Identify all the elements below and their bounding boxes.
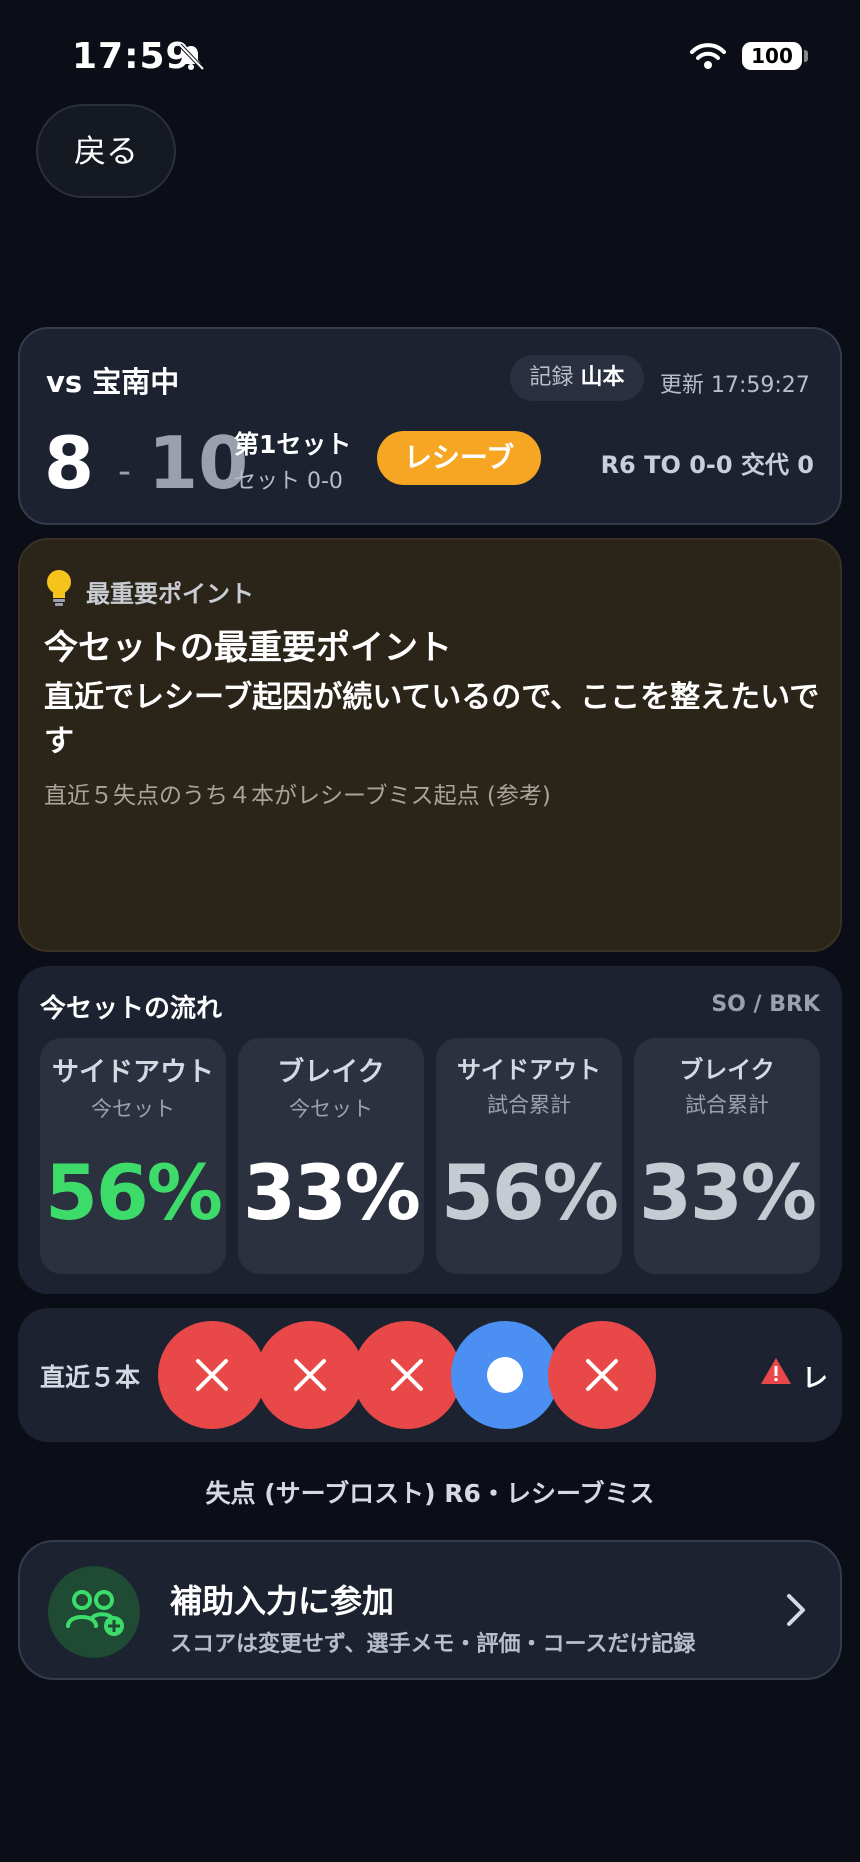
key-point-body: 直近でレシーブ起因が続いているので、ここを整えたいです — [44, 680, 820, 759]
stat-value: 56% — [441, 1148, 619, 1237]
set-label: 第1セット — [234, 430, 352, 459]
recent-rallies-card: 直近５本 レ — [18, 1308, 842, 1442]
home-score: 8 — [44, 421, 95, 505]
chevron-right-icon — [787, 1594, 805, 1626]
assist-subtitle: スコアは変更せず、選手メモ・評価・コースだけ記録 — [170, 1632, 696, 1657]
set-flow-title: 今セットの流れ — [40, 994, 223, 1024]
rally-won-marker — [450, 1321, 559, 1429]
stat-sideout-match: サイドアウト 試合累計 56% — [436, 1038, 622, 1274]
stat-name: ブレイク — [679, 1056, 775, 1084]
stat-break-set: ブレイク 今セット 33% — [238, 1038, 424, 1274]
stat-scope: 試合累計 — [685, 1093, 769, 1117]
last-event-text: 失点 (サーブロスト) R6・レシーブミス — [205, 1479, 655, 1508]
stat-sideout-set: サイドアウト 今セット 56% — [40, 1038, 226, 1274]
game-info: R6 TO 0-0 交代 0 — [600, 451, 814, 479]
battery-tip — [804, 50, 808, 62]
set-score: セット 0-0 — [234, 469, 343, 494]
stat-name: ブレイク — [277, 1057, 385, 1088]
phase-badge: レシーブ — [377, 431, 541, 485]
stat-value: 33% — [639, 1148, 817, 1237]
warning-text: レ — [802, 1364, 829, 1394]
nav-title: 宝南中 — [381, 134, 478, 172]
stat-break-match: ブレイク 試合累計 33% — [634, 1038, 820, 1274]
score-separator: - — [118, 451, 131, 492]
set-flow-card: 今セットの流れ SO / BRK サイドアウト 今セット 56% ブレイク 今セ… — [18, 966, 842, 1294]
cross-icon — [586, 1359, 618, 1391]
key-point-title: 今セットの最重要ポイント — [44, 628, 452, 668]
cross-icon — [293, 1359, 326, 1391]
circle-icon — [486, 1357, 523, 1393]
wifi-icon — [690, 43, 726, 69]
rally-lost-marker — [353, 1321, 461, 1429]
key-point-label: 最重要ポイント — [86, 580, 254, 608]
cross-icon — [391, 1359, 423, 1391]
add-users-icon — [66, 1590, 124, 1636]
updated-time: 更新 17:59:27 — [660, 373, 810, 398]
score-card: vs 宝南中 記録 山本 更新 17:59:27 8 - 10 第1セット セッ… — [18, 327, 842, 525]
bell-slash-icon — [178, 43, 205, 71]
key-point-note: 直近５失点のうち４本がレシーブミス起点 (参考) — [44, 783, 551, 809]
recorder-name: 山本 — [580, 365, 625, 390]
stat-name: サイドアウト — [457, 1056, 601, 1084]
stat-scope: 試合累計 — [487, 1093, 571, 1117]
warning-icon — [761, 1358, 791, 1384]
stat-scope: 今セット — [91, 1097, 175, 1121]
opponent-name: vs 宝南中 — [46, 365, 180, 399]
stat-value: 56% — [45, 1148, 223, 1237]
assist-title: 補助入力に参加 — [170, 1582, 395, 1620]
cross-icon — [196, 1359, 228, 1391]
rally-lost-marker — [158, 1321, 266, 1429]
battery-indicator: 100 — [742, 42, 802, 70]
rally-lost-marker — [255, 1321, 364, 1429]
back-button[interactable]: 戻る — [36, 104, 176, 198]
lightbulb-icon — [47, 570, 71, 606]
key-point-card: 最重要ポイント 今セットの最重要ポイント 直近でレシーブ起因が続いているので、こ… — [18, 538, 842, 952]
assist-icon-badge — [48, 1566, 140, 1658]
stat-name: サイドアウト — [52, 1057, 214, 1088]
status-time: 17:59 — [72, 36, 192, 77]
stat-scope: 今セット — [289, 1097, 373, 1121]
status-bar: 17:59 100 — [0, 0, 860, 110]
recent-rallies-label: 直近５本 — [40, 1363, 141, 1392]
stat-value: 33% — [243, 1148, 421, 1237]
recorder-badge: 記録 山本 — [510, 355, 644, 401]
rally-lost-marker — [548, 1321, 656, 1429]
recorder-label: 記録 — [529, 365, 574, 390]
assist-input-button[interactable]: 補助入力に参加 スコアは変更せず、選手メモ・評価・コースだけ記録 — [18, 1540, 842, 1680]
set-flow-tag: SO / BRK — [711, 992, 820, 1017]
